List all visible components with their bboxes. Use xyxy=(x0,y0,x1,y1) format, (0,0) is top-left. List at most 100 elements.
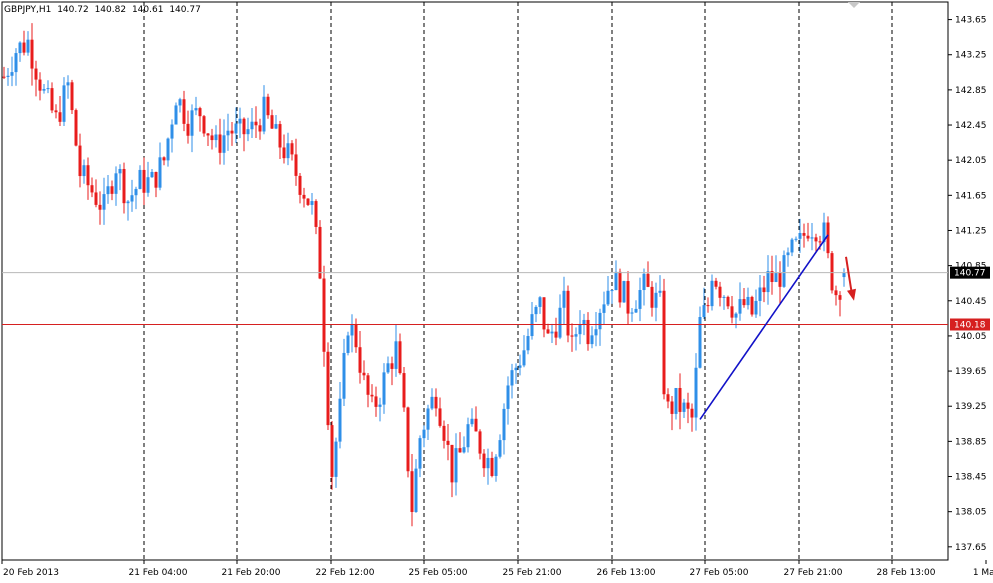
candle-body xyxy=(494,456,498,476)
candle-body xyxy=(378,404,382,407)
candle-body xyxy=(110,186,114,194)
candle-body xyxy=(478,431,482,454)
x-tick-label: 25 Feb 21:00 xyxy=(502,568,561,578)
candle-body xyxy=(618,271,622,303)
candle-body xyxy=(210,135,214,141)
candle-body xyxy=(470,418,474,425)
candle-body xyxy=(322,278,326,352)
candle-body xyxy=(726,296,730,307)
y-tick-label: 140.45 xyxy=(955,297,987,307)
candle-body xyxy=(606,290,610,305)
candle-body xyxy=(638,290,642,309)
candle-body xyxy=(766,271,770,293)
candle-body xyxy=(306,198,310,205)
candle-body xyxy=(346,335,350,353)
candle-body xyxy=(502,408,506,441)
candle-body xyxy=(598,312,602,330)
candle-body xyxy=(238,118,242,124)
candle-body xyxy=(318,226,322,279)
candle-body xyxy=(142,169,146,193)
candle-body xyxy=(442,425,446,441)
candle-body xyxy=(102,194,106,210)
plot-frame xyxy=(1,1,949,561)
candle-body xyxy=(14,53,18,73)
candle-body xyxy=(234,123,238,134)
candle-body xyxy=(86,165,90,186)
y-tick-label: 140.05 xyxy=(955,332,987,342)
support-price-label: 140.18 xyxy=(954,320,986,330)
candle-body xyxy=(290,143,294,155)
price-chart[interactable]: 20 Feb 2013 21 Feb 04:00 21 Feb 20:00 22 Fe… xyxy=(0,0,993,583)
down-arrow-icon xyxy=(847,288,856,301)
candle-body xyxy=(810,237,814,239)
candle-body xyxy=(34,68,38,80)
candle-body xyxy=(562,290,566,308)
candle-body xyxy=(694,367,698,418)
candle-body xyxy=(666,394,670,402)
candle-body xyxy=(270,115,274,129)
candle-body xyxy=(706,305,710,307)
x-tick-label: 27 Feb 05:00 xyxy=(689,568,748,578)
candle-body xyxy=(586,319,590,345)
candle-body xyxy=(466,424,470,448)
candle-body xyxy=(194,108,198,111)
candle-body xyxy=(654,292,658,308)
candle-body xyxy=(522,350,526,366)
candle-body xyxy=(54,110,58,113)
candle-body xyxy=(782,255,786,287)
candle-body xyxy=(738,299,742,314)
candle-body xyxy=(38,79,42,91)
candle-body xyxy=(838,295,842,300)
candle-body xyxy=(50,88,54,111)
candle-body xyxy=(222,135,226,153)
candle-body xyxy=(686,402,690,409)
candle-body xyxy=(246,129,250,135)
y-tick-label: 138.45 xyxy=(955,473,987,483)
candle-body xyxy=(730,306,734,318)
candle-body xyxy=(602,304,606,313)
candle-body xyxy=(514,367,518,371)
candle-body xyxy=(70,82,74,111)
candle-body xyxy=(262,96,266,132)
candle-body xyxy=(66,82,70,86)
candle-body xyxy=(802,233,806,236)
candle-body xyxy=(718,286,722,298)
candle-body xyxy=(814,237,818,242)
candle-body xyxy=(182,99,186,124)
candle-body xyxy=(166,138,170,161)
candle-body xyxy=(74,110,78,146)
candle-body xyxy=(226,130,230,136)
y-tick-label: 137.65 xyxy=(955,543,987,553)
candle-body xyxy=(438,408,442,426)
candle-body xyxy=(370,394,374,397)
candle-body xyxy=(682,402,686,412)
candle-body xyxy=(82,165,86,177)
candle-body xyxy=(334,441,338,477)
chart-shift-icon[interactable] xyxy=(848,2,860,8)
candle-body xyxy=(546,329,550,334)
candle-body xyxy=(138,169,142,189)
candle-body xyxy=(418,438,422,469)
candle-body xyxy=(490,457,494,476)
candle-body xyxy=(266,96,270,116)
y-tick-label: 142.05 xyxy=(955,156,987,166)
candle-body xyxy=(510,370,514,386)
candle-body xyxy=(474,418,478,432)
candle-body xyxy=(42,88,46,91)
candle-body xyxy=(218,134,222,153)
candle-body xyxy=(702,305,706,318)
current-price-label: 140.77 xyxy=(954,269,986,279)
y-tick-label: 141.65 xyxy=(955,191,987,201)
down-arrow-shaft xyxy=(845,256,853,295)
candle-body xyxy=(626,281,630,314)
candle-body xyxy=(106,186,110,195)
trend-line[interactable] xyxy=(699,234,829,420)
y-tick-label: 143.25 xyxy=(955,51,987,61)
candle-body xyxy=(170,124,174,139)
x-tick-label: 21 Feb 20:00 xyxy=(221,568,280,578)
candle-body xyxy=(146,177,150,193)
candle-body xyxy=(758,287,762,301)
candle-body xyxy=(242,118,246,135)
candle-body xyxy=(678,387,682,412)
candle-body xyxy=(750,296,754,315)
